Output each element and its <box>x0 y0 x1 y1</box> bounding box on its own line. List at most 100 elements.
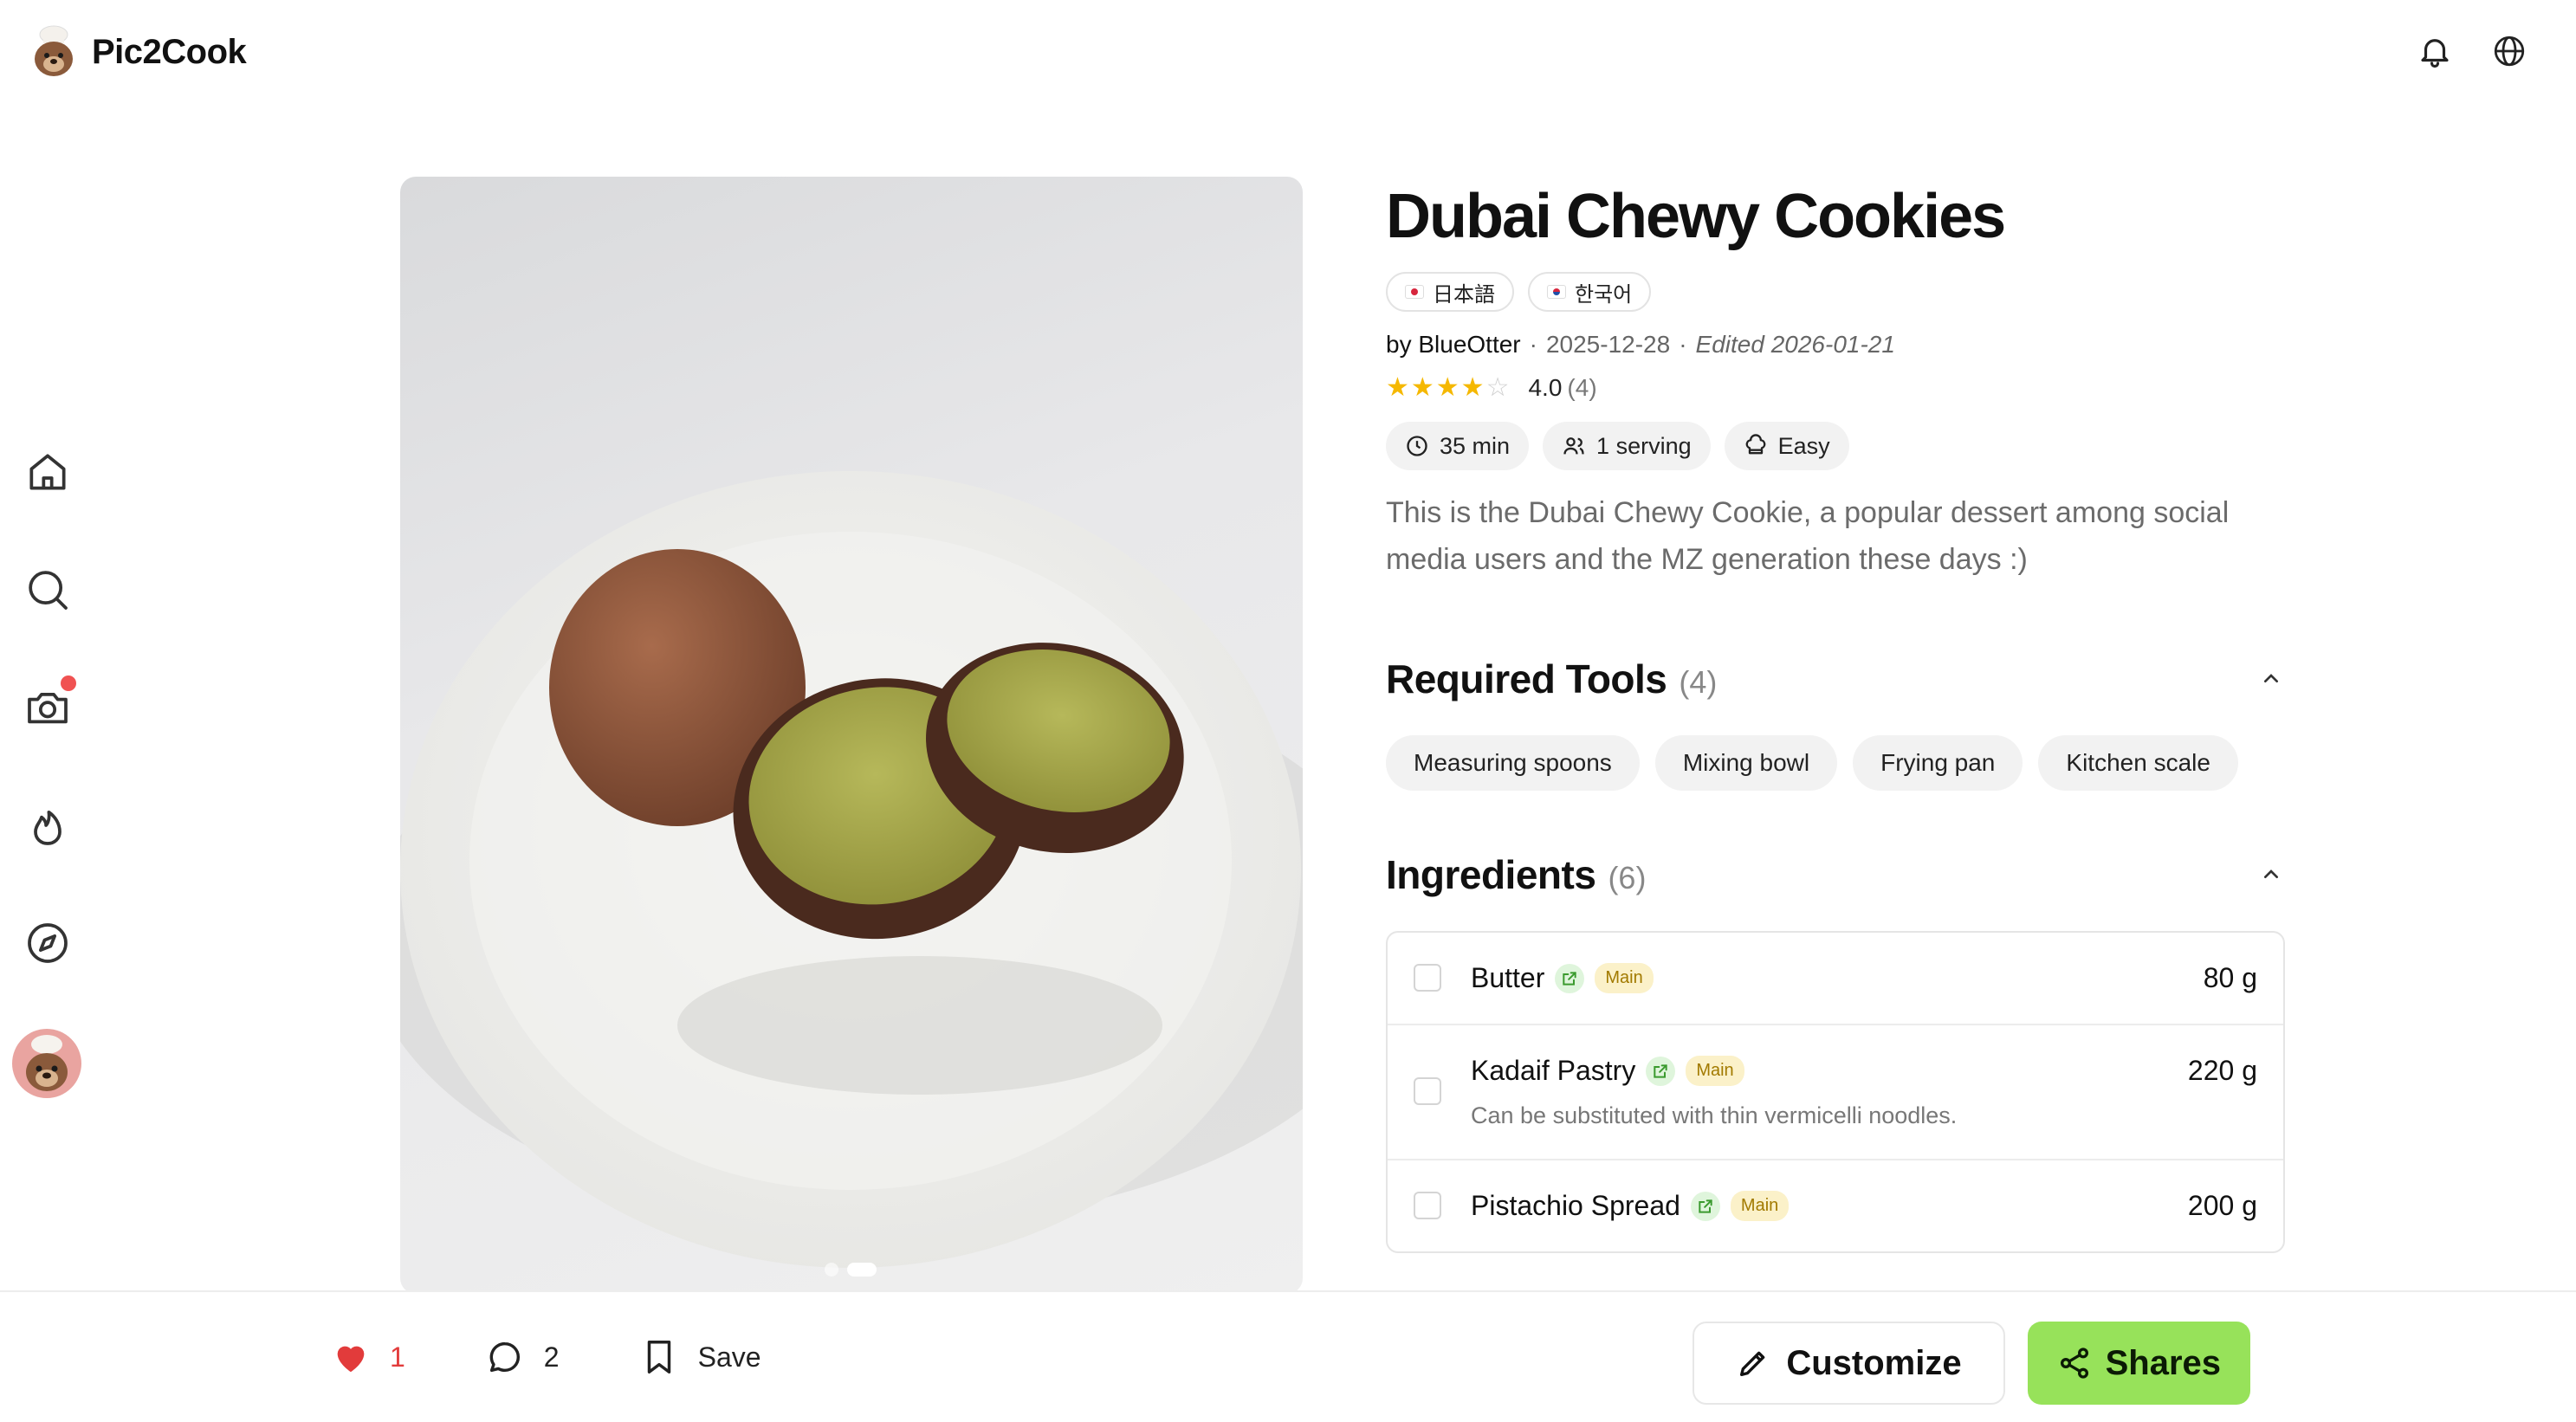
heart-icon <box>337 1346 365 1373</box>
time-chip: 35 min <box>1386 422 1530 470</box>
ingredient-name: Pistachio Spread <box>1471 1190 1680 1221</box>
external-link-icon[interactable] <box>1690 1191 1720 1221</box>
sidebar-item-camera[interactable] <box>17 675 78 738</box>
recipe-details: Dubai Chewy Cookies 日本語 한국어 by BlueOtter… <box>1386 182 2285 1253</box>
language-switcher: 日本語 한국어 <box>1386 272 2285 312</box>
ingredient-name: Butter <box>1471 962 1545 993</box>
tool-chip[interactable]: Frying pan <box>1853 735 2023 791</box>
clock-icon <box>1407 436 1427 456</box>
tools-count: (4) <box>1679 664 1718 700</box>
servings-label: 1 serving <box>1596 432 1692 459</box>
sidebar-item-search[interactable] <box>17 559 78 620</box>
main-tag: Main <box>1595 963 1654 993</box>
sidebar-item-explore[interactable] <box>17 913 78 973</box>
search-icon <box>29 571 68 610</box>
ingredients-count: (6) <box>1608 860 1647 895</box>
ingredient-note: Can be substituted with thin vermicelli … <box>1471 1102 1958 1128</box>
recipe-meta: by BlueOtter · 2025-12-28 · Edited 2026-… <box>1386 331 2285 359</box>
edited-date: Edited 2026-01-21 <box>1695 331 1895 358</box>
gallery-dot[interactable] <box>825 1263 838 1277</box>
recipe-photo[interactable] <box>400 177 1303 1294</box>
save-button[interactable]: Save <box>639 1337 761 1377</box>
camera-icon <box>28 692 68 724</box>
rating-count: (4) <box>1567 373 1597 401</box>
author-link[interactable]: by BlueOtter <box>1386 331 1521 359</box>
chevron-up-icon[interactable] <box>2257 861 2285 889</box>
share-icon <box>2060 1348 2088 1379</box>
ingredient-amount: 200 g <box>2187 1190 2257 1221</box>
comment-icon <box>489 1341 520 1373</box>
users-icon <box>1563 437 1584 455</box>
comment-button[interactable]: 2 <box>485 1337 560 1377</box>
japan-flag-icon <box>1405 285 1424 299</box>
recipe-stats: 35 min 1 serving Easy <box>1386 422 2285 470</box>
servings-chip: 1 serving <box>1543 422 1711 470</box>
language-label: 日本語 <box>1433 282 1495 307</box>
rating[interactable]: ★★★★☆ 4.0 (4) <box>1386 372 2285 403</box>
tools-title: Required Tools <box>1386 656 1667 701</box>
otter-chef-logo-icon <box>28 24 80 80</box>
ingredient-name: Kadaif Pastry <box>1471 1055 1636 1086</box>
ingredient-checkbox[interactable] <box>1414 964 1441 992</box>
time-label: 35 min <box>1440 432 1511 459</box>
ingredient-checkbox[interactable] <box>1414 1077 1441 1105</box>
shares-label: Shares <box>2105 1343 2221 1382</box>
chef-hat-icon <box>1745 434 1765 455</box>
ingredient-row: Pistachio Spread Main 200 g <box>1388 1160 2283 1251</box>
sidebar-item-home[interactable] <box>17 442 78 502</box>
customize-button[interactable]: Customize <box>1693 1322 2005 1405</box>
ingredient-row: Butter Main 80 g <box>1388 933 2283 1025</box>
recipe-description: This is the Dubai Chewy Cookie, a popula… <box>1386 496 2230 576</box>
korea-flag-icon <box>1547 285 1566 299</box>
tool-chip[interactable]: Mixing bowl <box>1654 735 1838 791</box>
ingredients-title: Ingredients <box>1386 852 1596 897</box>
ingredients-list: Butter Main 80 g Kadaif Pastry Main Can … <box>1386 931 2285 1253</box>
shares-button[interactable]: Shares <box>2027 1322 2250 1405</box>
language-label: 한국어 <box>1575 282 1633 307</box>
sidebar-item-trending[interactable] <box>17 795 78 856</box>
ingredient-amount: 220 g <box>2187 1055 2257 1086</box>
separator: · <box>1679 331 1687 358</box>
tools-list: Measuring spoons Mixing bowl Frying pan … <box>1386 735 2285 791</box>
external-link-icon[interactable] <box>1646 1056 1676 1086</box>
difficulty-label: Easy <box>1777 432 1830 459</box>
compass-icon <box>28 923 68 963</box>
created-date: 2025-12-28 <box>1545 331 1671 358</box>
rating-score: 4.0 <box>1528 373 1563 401</box>
customize-label: Customize <box>1786 1343 1962 1382</box>
notification-dot <box>61 675 76 691</box>
flame-icon <box>34 810 61 845</box>
comment-count: 2 <box>543 1341 560 1373</box>
user-avatar[interactable] <box>12 1029 81 1098</box>
ingredients-section-header[interactable]: Ingredients (6) <box>1386 851 2285 898</box>
sidebar-nav <box>17 442 78 1031</box>
app-logo[interactable]: Pic2Cook <box>28 24 247 80</box>
cookies-on-plate-image <box>400 471 1303 1268</box>
separator: · <box>1529 331 1537 358</box>
main-tag: Main <box>1686 1056 1744 1086</box>
chevron-up-icon[interactable] <box>2257 665 2285 693</box>
home-icon <box>29 454 66 490</box>
bottom-action-bar: 1 2 Save Customize Shares <box>0 1290 2576 1422</box>
ingredient-checkbox[interactable] <box>1414 1192 1441 1219</box>
language-chip-korean[interactable]: 한국어 <box>1528 272 1652 312</box>
gallery-dot-active[interactable] <box>847 1263 877 1277</box>
tool-chip[interactable]: Kitchen scale <box>2038 735 2238 791</box>
ingredient-amount: 80 g <box>2203 962 2257 993</box>
bell-icon[interactable] <box>2417 33 2453 69</box>
star-rating-icon: ★★★★☆ <box>1386 373 1511 402</box>
tool-chip[interactable]: Measuring spoons <box>1386 735 1640 791</box>
like-button[interactable]: 1 <box>331 1337 405 1377</box>
save-label: Save <box>697 1341 761 1373</box>
ingredient-row: Kadaif Pastry Main Can be substituted wi… <box>1388 1025 2283 1160</box>
external-link-icon[interactable] <box>1555 963 1585 993</box>
bookmark-icon <box>647 1341 670 1374</box>
difficulty-chip: Easy <box>1724 422 1849 470</box>
like-count: 1 <box>390 1341 405 1373</box>
language-chip-japanese[interactable]: 日本語 <box>1386 272 1514 312</box>
app-name: Pic2Cook <box>92 32 247 71</box>
pencil-icon <box>1740 1351 1765 1376</box>
gallery-indicator <box>825 1263 877 1277</box>
tools-section-header[interactable]: Required Tools (4) <box>1386 656 2285 702</box>
globe-icon[interactable] <box>2491 33 2527 69</box>
